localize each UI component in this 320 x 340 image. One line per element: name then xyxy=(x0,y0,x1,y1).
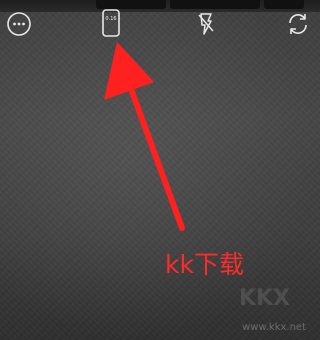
watermark-logo: KKX xyxy=(238,286,290,311)
annotation-caption: kk下载 xyxy=(165,250,244,279)
camera-viewfinder[interactable]: 0.16 kk下载 KKX www.kkx.net xyxy=(0,0,320,340)
watermark-text: www.kkx.net xyxy=(242,322,306,333)
